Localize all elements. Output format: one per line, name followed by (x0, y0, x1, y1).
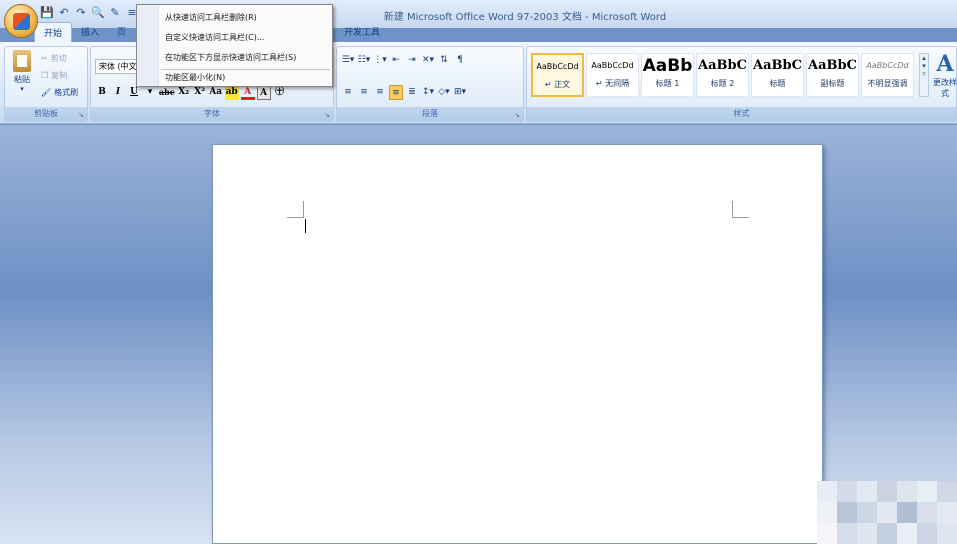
borders-icon[interactable]: ⊞▾ (453, 85, 467, 100)
line-spacing-icon[interactable]: ↕▾ (421, 85, 435, 100)
paste-button[interactable]: 粘贴 ▾ (9, 50, 35, 93)
superscript-button[interactable]: X² (193, 85, 207, 100)
format-painter-button[interactable]: 🖌 格式刷 (41, 85, 78, 100)
strikethrough-button[interactable]: abc (159, 85, 175, 100)
margin-corner-top-right (732, 201, 749, 218)
font-color-button[interactable]: A (240, 85, 255, 100)
italic-button[interactable]: I (111, 85, 125, 100)
margin-corner-top-left (287, 201, 304, 218)
styles-group-label: 样式 (527, 107, 956, 121)
font-name-combobox[interactable]: 宋体 (中文 (95, 59, 140, 74)
dialog-launcher-icon[interactable]: ↘ (324, 111, 330, 119)
multilevel-list-icon[interactable]: ⋮▾ (373, 53, 387, 68)
qat-context-menu: 从快速访问工具栏删除(R) 自定义快速访问工具栏(C)... 在功能区下方显示快… (136, 4, 333, 87)
scissors-icon: ✂ (41, 54, 48, 63)
menu-item-remove-from-qat[interactable]: 从快速访问工具栏删除(R) (165, 9, 257, 27)
copy-icon: ❐ (41, 71, 49, 80)
chevron-down-icon: ▾ (20, 85, 24, 93)
clipboard-group: 粘贴 ▾ ✂ 剪切 ❐ 复制 🖌 格式刷 剪贴板 ↘ (4, 46, 88, 122)
style-subtitle[interactable]: AaBbC 副标题 (806, 53, 859, 97)
underline-button[interactable]: U (127, 85, 141, 100)
copy-button[interactable]: ❐ 复制 (41, 68, 78, 83)
clipboard-group-label: 剪贴板 (5, 107, 87, 121)
asian-layout-icon[interactable]: ✕▾ (421, 53, 435, 68)
decrease-indent-icon[interactable]: ⇤ (389, 53, 403, 68)
align-center-icon[interactable]: ≡ (357, 85, 371, 100)
clipboard-icon (13, 50, 31, 72)
cut-button[interactable]: ✂ 剪切 (41, 51, 78, 66)
menu-item-minimize-ribbon[interactable]: 功能区最小化(N) (165, 69, 225, 87)
text-cursor (305, 219, 306, 233)
style-subtle-emphasis[interactable]: AaBbCcDd 不明显强调 (861, 53, 914, 97)
show-marks-icon[interactable]: ¶ (453, 53, 467, 68)
dialog-launcher-icon[interactable]: ↘ (78, 111, 84, 119)
style-title[interactable]: AaBbC 标题 (751, 53, 804, 97)
paragraph-group: ☰▾ ☷▾ ⋮▾ ⇤ ⇥ ✕▾ ⇅ ¶ ≡ ≡ ≡ ≡ ≣ ↕▾ ◇▾ ⊞▾ 段… (336, 46, 524, 122)
office-logo-icon (13, 13, 30, 30)
style-normal[interactable]: AaBbCcDd ↵ 正文 (531, 53, 584, 97)
char-border-button[interactable]: A (256, 85, 271, 100)
watermark-mosaic (817, 481, 957, 544)
style-heading-1[interactable]: AaBb 标题 1 (641, 53, 694, 97)
styles-gallery-scroll[interactable]: ▴ ▾ ▿ (919, 53, 929, 97)
increase-indent-icon[interactable]: ⇥ (405, 53, 419, 68)
subscript-button[interactable]: X₂ (177, 85, 191, 100)
font-group-label: 字体 (91, 107, 333, 121)
justify-icon[interactable]: ≡ (389, 85, 403, 100)
distributed-icon[interactable]: ≣ (405, 85, 419, 100)
document-page[interactable] (212, 144, 823, 544)
chevron-down-icon[interactable]: ▾ (143, 85, 157, 100)
paragraph-group-label: 段落 (337, 107, 523, 121)
style-heading-2[interactable]: AaBbC 标题 2 (696, 53, 749, 97)
tab-home[interactable]: 开始 (34, 22, 73, 42)
enclose-char-button[interactable]: ㊉ (273, 85, 287, 100)
change-case-button[interactable]: Aa (209, 85, 223, 100)
tab-insert[interactable]: 插入 (72, 22, 108, 42)
align-right-icon[interactable]: ≡ (373, 85, 387, 100)
menu-item-show-qat-below[interactable]: 在功能区下方显示快速访问工具栏(S) (165, 49, 296, 67)
brush-icon: 🖌 (41, 88, 52, 97)
dialog-launcher-icon[interactable]: ↘ (514, 111, 520, 119)
menu-item-customize-qat[interactable]: 自定义快速访问工具栏(C)... (165, 29, 264, 47)
tab-page-layout[interactable]: 页 (108, 22, 135, 42)
numbering-icon[interactable]: ☷▾ (357, 53, 371, 68)
shading-icon[interactable]: ◇▾ (437, 85, 451, 100)
align-left-icon[interactable]: ≡ (341, 85, 355, 100)
document-workspace (0, 125, 957, 544)
style-no-spacing[interactable]: AaBbCcDd ↵ 无间隔 (586, 53, 639, 97)
highlight-icon[interactable]: ab (224, 85, 239, 100)
bold-button[interactable]: B (95, 85, 109, 100)
office-button[interactable] (4, 4, 38, 38)
change-styles-button[interactable]: A 更改样式 (930, 51, 957, 99)
bullets-icon[interactable]: ☰▾ (341, 53, 355, 68)
styles-group: AaBbCcDd ↵ 正文 AaBbCcDd ↵ 无间隔 AaBb 标题 1 A… (526, 46, 957, 122)
change-styles-icon: A (936, 51, 954, 77)
tab-developer[interactable]: 开发工具 (335, 22, 389, 42)
sort-icon[interactable]: ⇅ (437, 53, 451, 68)
